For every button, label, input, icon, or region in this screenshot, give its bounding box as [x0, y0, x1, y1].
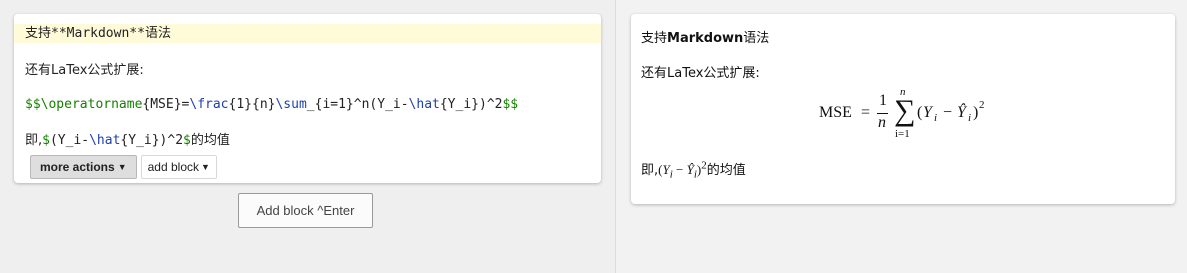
preview-line-1-prefix: 支持 — [641, 31, 668, 46]
inline-latex-delimiter-close: $ — [183, 133, 191, 148]
inline-latex-text-1: (Y_i- — [49, 133, 90, 148]
chevron-down-icon: ▼ — [117, 162, 127, 172]
latex-command-hat: \hat — [408, 97, 440, 112]
sigma-symbol: ∑ — [894, 94, 916, 127]
editor-line-1-prefix: 支持 — [25, 26, 52, 41]
formula-yhat-sub: i — [968, 112, 972, 124]
editor-line-1[interactable]: 支持**Markdown**语法 — [14, 24, 601, 43]
chevron-down-icon: ▼ — [201, 162, 210, 172]
editor-pane: 支持**Markdown**语法 还有LaTex公式扩展: $$\operato… — [0, 0, 615, 273]
preview-line-4-suffix: 的均值 — [706, 163, 746, 178]
latex-text-2: {1}{n} — [228, 97, 276, 112]
preview-line-4: 即,(Yi − Ŷi)2的均值 — [641, 159, 746, 181]
editor-line-1-markdown: **Markdown** — [51, 26, 145, 41]
editor-line-4-suffix: 的均值 — [190, 133, 230, 148]
add-block-enter-button[interactable]: Add block ^Enter — [238, 193, 373, 228]
more-actions-button[interactable]: more actions ▼ — [30, 155, 137, 179]
formula-denominator: n — [878, 114, 886, 131]
formula-equals: = — [861, 104, 871, 121]
add-block-dropdown[interactable]: add block ▼ — [140, 155, 217, 179]
formula-y-sub: i — [934, 112, 938, 124]
mse-display-formula: MSE = 1 n n ∑ i=1 ( Y i − Ŷ i ) 2 — [819, 86, 999, 144]
more-actions-label: more actions — [40, 160, 115, 174]
preview-line-2: 还有LaTex公式扩展: — [641, 66, 760, 81]
inline-math-minus: − — [672, 162, 687, 177]
editor-line-2[interactable]: 还有LaTex公式扩展: — [14, 62, 601, 80]
inline-latex-text-2: {Y_i})^2 — [120, 133, 184, 148]
preview-line-4-prefix: 即, — [641, 163, 659, 178]
formula-paren-close: ) — [973, 104, 979, 121]
preview-pane: 支持Markdown语法 还有LaTex公式扩展: MSE = 1 n n ∑ … — [616, 0, 1187, 273]
editor-line-4-prefix: 即, — [25, 133, 43, 148]
preview-line-1: 支持Markdown语法 — [641, 27, 769, 46]
inline-math-yhat: Ŷ — [686, 162, 694, 177]
formula-minus: − — [943, 104, 953, 121]
rendered-preview-block: 支持Markdown语法 还有LaTex公式扩展: MSE = 1 n n ∑ … — [631, 14, 1175, 204]
latex-text-1: {MSE}= — [142, 97, 190, 112]
formula-numerator: 1 — [879, 92, 887, 109]
latex-command-sum: \sum — [275, 97, 307, 112]
inline-math-y: Y — [662, 162, 670, 177]
formula-lhs: MSE — [819, 104, 852, 121]
preview-line-1-suffix: 语法 — [743, 31, 770, 46]
formula-y: Y — [923, 104, 932, 121]
editor-line-1-suffix: 语法 — [144, 26, 171, 41]
latex-text-4: {Y_i})^2 — [439, 97, 503, 112]
inline-latex-delimiter-open: $ — [42, 133, 50, 148]
block-action-row: more actions ▼ add block ▼ — [30, 155, 217, 179]
latex-text-3: _{i=1}^n(Y_i- — [306, 97, 409, 112]
latex-delimiter-close: $$ — [502, 97, 519, 112]
latex-command-frac: \frac — [189, 97, 229, 112]
editor-line-4[interactable]: 即,$(Y_i-\hat{Y_i})^2$的均值 — [14, 132, 601, 150]
latex-command-operatorname: \operatorname — [40, 97, 143, 112]
formula-paren-open: ( — [917, 104, 923, 121]
formula-yhat: Ŷ — [957, 104, 966, 121]
editor-line-3[interactable]: $$\operatorname{MSE}=\frac{1}{n}\sum_{i=… — [14, 96, 601, 114]
markdown-editor-block[interactable]: 支持**Markdown**语法 还有LaTex公式扩展: $$\operato… — [14, 14, 601, 183]
sum-lower-limit: i=1 — [895, 128, 910, 140]
latex-delimiter-open: $$ — [25, 97, 41, 112]
add-block-label: add block — [147, 160, 199, 174]
inline-latex-command-hat: \hat — [89, 133, 121, 148]
preview-bold-markdown: Markdown — [667, 31, 744, 46]
formula-power: 2 — [979, 99, 985, 111]
